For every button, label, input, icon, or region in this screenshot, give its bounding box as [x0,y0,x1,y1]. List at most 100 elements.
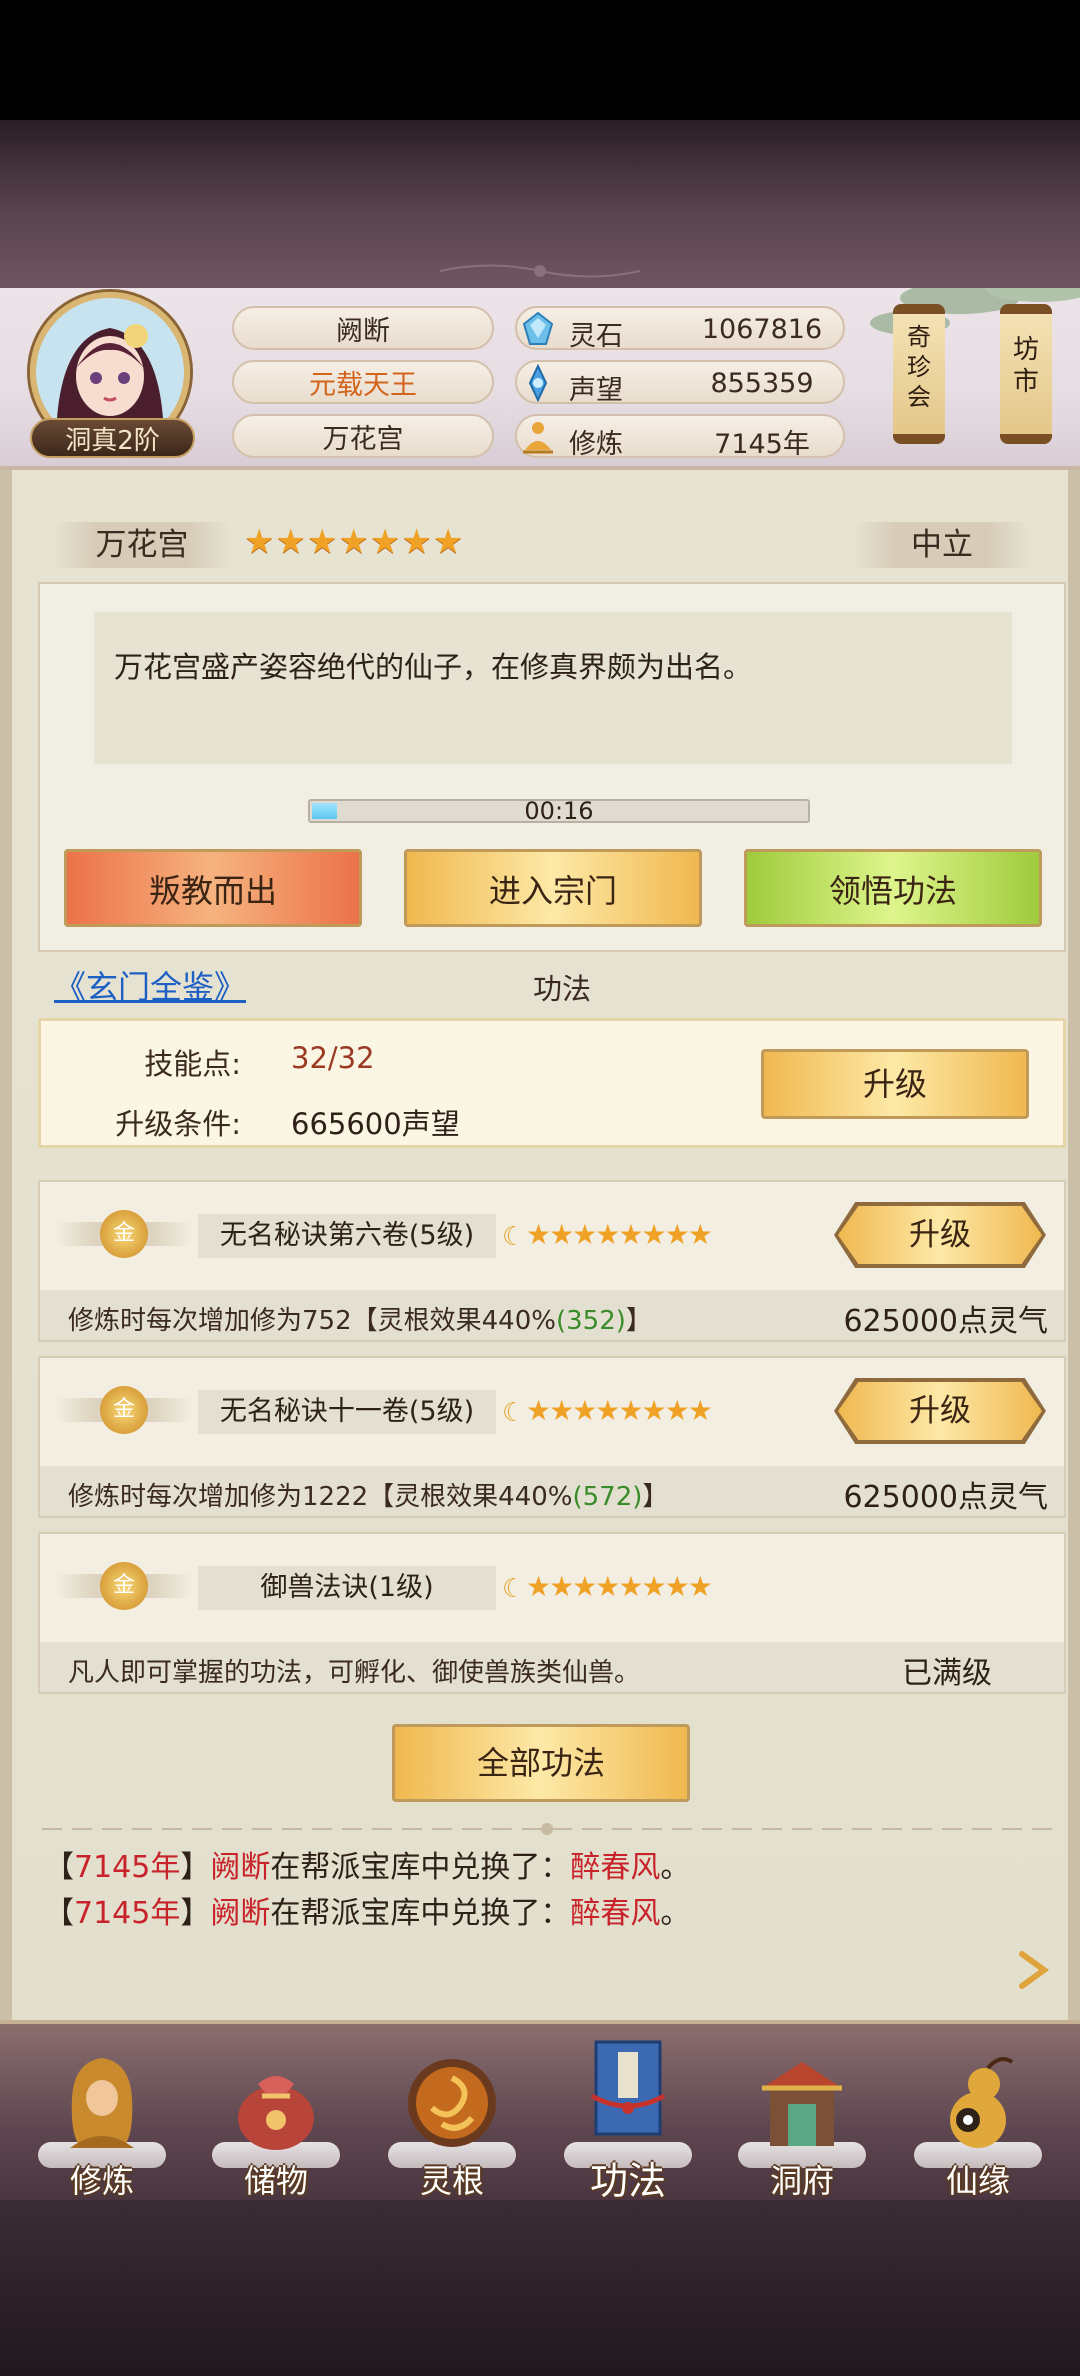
nav-storage[interactable]: 储物 [196,2024,356,2204]
nav-label: 功法 [589,2159,666,2203]
sect-stance-label: 中立 [852,522,1032,568]
realm-badge: 洞真2阶 [30,418,195,458]
nav-fate[interactable]: 仙缘 [898,2024,1058,2204]
cultivation-icon [523,422,553,454]
skill-description-main: 修炼时每次增加修为1222【灵根效果440% [68,1482,573,1512]
spirit-root-icon [408,2059,496,2147]
divider-ornament [42,1823,1052,1835]
resource-spirit-stone: 灵石 1067816 [515,306,845,352]
nav-label: 仙缘 [945,2162,1010,2200]
log-bracket: 】 [180,1896,211,1931]
skill-upgrade-button[interactable]: 升级 [838,1206,1042,1264]
log-bracket: 【 [44,1896,74,1931]
comprehend-skill-button[interactable]: 领悟功法 [744,849,1042,927]
skill-upgrade-button[interactable]: 升级 [838,1382,1042,1440]
resource-cultivation: 修炼 7145年 [515,414,845,460]
guild-log-line: 【7145年】阙断在帮派宝库中兑换了：醉春风。 [44,1888,690,1932]
market-button[interactable]: 坊 市 [1000,304,1052,444]
treasure-pavilion-button[interactable]: 奇 珍 会 [893,304,945,444]
nav-label: 洞府 [769,2162,834,2200]
skill-cost: 625000点灵气 [843,1480,1048,1515]
gold-grade-badge: 金 [100,1210,148,1258]
skill-description-bonus: (572) [572,1482,643,1512]
player-name: 阙断 [232,306,494,350]
skill-stars: ★★★★★★★★ [526,1394,713,1427]
sect-description: 万花宫盛产姿容绝代的仙子，在修真界颇为出名。 [114,650,753,684]
moon-icon: ☾ [502,1574,526,1604]
skill-max-level: 已满级 [902,1656,992,1691]
progress-timer: 00:16 [524,797,594,825]
log-item: 醉春风 [570,1850,661,1885]
upgrade-condition-label: 升级条件: [115,1107,241,1141]
player-sect: 万花宫 [232,414,494,458]
status-bar-area [0,0,1080,120]
skill-card: 金 无名秘诀十一卷(5级) ☾ ★★★★★★★★ 升级 修炼时每次增加修为122… [38,1356,1066,1518]
gold-grade-badge: 金 [100,1562,148,1610]
nav-label: 灵根 [419,2162,484,2200]
skill-points-label: 技能点: [144,1047,241,1081]
skill-points-value: 32/32 [291,1041,375,1075]
skill-name: 御兽法诀(1级) [198,1566,496,1610]
xuanmen-encyclopedia-link[interactable]: 《玄门全鉴》 [54,962,246,1008]
log-year: 7145年 [74,1896,181,1931]
log-item: 醉春风 [570,1896,661,1931]
guild-log-line: 【7145年】阙断在帮派宝库中兑换了：醉春风。 [44,1842,690,1886]
skill-description-bonus: (352) [555,1306,626,1336]
skill-description: 修炼时每次增加修为1222【灵根效果440%(572)】 [68,1476,668,1513]
log-bracket: 【 [44,1850,74,1885]
moon-icon: ☾ [502,1398,526,1428]
log-bracket: 】 [180,1850,211,1885]
nav-label: 修炼 [69,2162,134,2200]
skill-stars: ★★★★★★★★ [526,1218,713,1251]
all-skills-button[interactable]: 全部功法 [392,1724,690,1802]
skill-description-main: 凡人即可掌握的功法，可孵化、御使兽族类仙兽。 [68,1658,641,1688]
skill-name: 无名秘诀第六卷(5级) [198,1214,496,1258]
skill-name: 无名秘诀十一卷(5级) [198,1390,496,1434]
treasure-bag-icon [238,2076,314,2150]
skill-description-end: 】 [625,1306,652,1336]
upper-decoration [0,120,1080,288]
nav-cultivate[interactable]: 修炼 [22,2024,182,2204]
log-player-name: 阙断 [210,1850,271,1885]
sect-main-panel: 万花宫 ★★★★★★★ 中立 万花宫盛产姿容绝代的仙子，在修真界颇为出名。 00… [0,470,1080,2020]
sect-description-box: 万花宫盛产姿容绝代的仙子，在修真界颇为出名。 [94,612,1012,764]
log-player-name: 阙断 [210,1896,271,1931]
gourd-icon [950,2057,1014,2148]
meditating-monk-icon [70,2058,134,2148]
skill-description-end: 】 [642,1482,669,1512]
prestige-icon [528,364,548,402]
skill-points-upgrade-button[interactable]: 升级 [761,1049,1029,1119]
skill-card: 金 无名秘诀第六卷(5级) ☾ ★★★★★★★★ 升级 修炼时每次增加修为752… [38,1180,1066,1342]
log-end: 。 [660,1850,691,1885]
enter-sect-button[interactable]: 进入宗门 [404,849,702,927]
bottom-navigation: 修炼 储物 灵根 功法 洞府 仙缘 [0,2020,1080,2203]
nav-spirit-root[interactable]: 灵根 [372,2024,532,2204]
betray-sect-button[interactable]: 叛教而出 [64,849,362,927]
sect-name-label: 万花宫 [52,522,232,568]
skill-description-main: 修炼时每次增加修为752【灵根效果440% [68,1306,556,1336]
player-title: 元载天王 [232,360,494,404]
gold-grade-badge: 金 [100,1386,148,1434]
scripture-book-icon [590,2040,666,2136]
skill-points-card: 技能点: 32/32 升级条件: 665600声望 升级 [38,1018,1066,1148]
skill-description: 修炼时每次增加修为752【灵根效果440%(352)】 [68,1300,652,1337]
sect-rating-stars: ★★★★★★★ [244,522,465,562]
sect-info-card: 万花宫盛产姿容绝代的仙子，在修真界颇为出名。 00:16 叛教而出 进入宗门 领… [38,582,1066,952]
skills-section-title: 功法 [532,972,591,1006]
skill-description: 凡人即可掌握的功法，可孵化、御使兽族类仙兽。 [68,1652,640,1689]
skill-stars: ★★★★★★★★ [526,1570,713,1603]
sect-progress-bar: 00:16 [308,797,810,825]
skill-cost: 625000点灵气 [843,1304,1048,1339]
log-action: 在帮派宝库中兑换了： [270,1850,571,1885]
nav-label: 储物 [243,2162,308,2200]
cave-dwelling-icon [762,2062,842,2146]
nav-skills[interactable]: 功法 [548,2024,708,2204]
chevron-right-icon[interactable] [1012,1948,1056,1992]
nav-cave[interactable]: 洞府 [722,2024,882,2204]
player-header: 洞真2阶 阙断 元载天王 万花宫 灵石 1067816 声望 855359 修炼… [0,288,1080,470]
log-year: 7145年 [74,1850,181,1885]
spirit-stone-icon [522,311,554,345]
resource-prestige: 声望 855359 [515,360,845,406]
log-action: 在帮派宝库中兑换了： [270,1896,571,1931]
moon-icon: ☾ [502,1222,526,1252]
